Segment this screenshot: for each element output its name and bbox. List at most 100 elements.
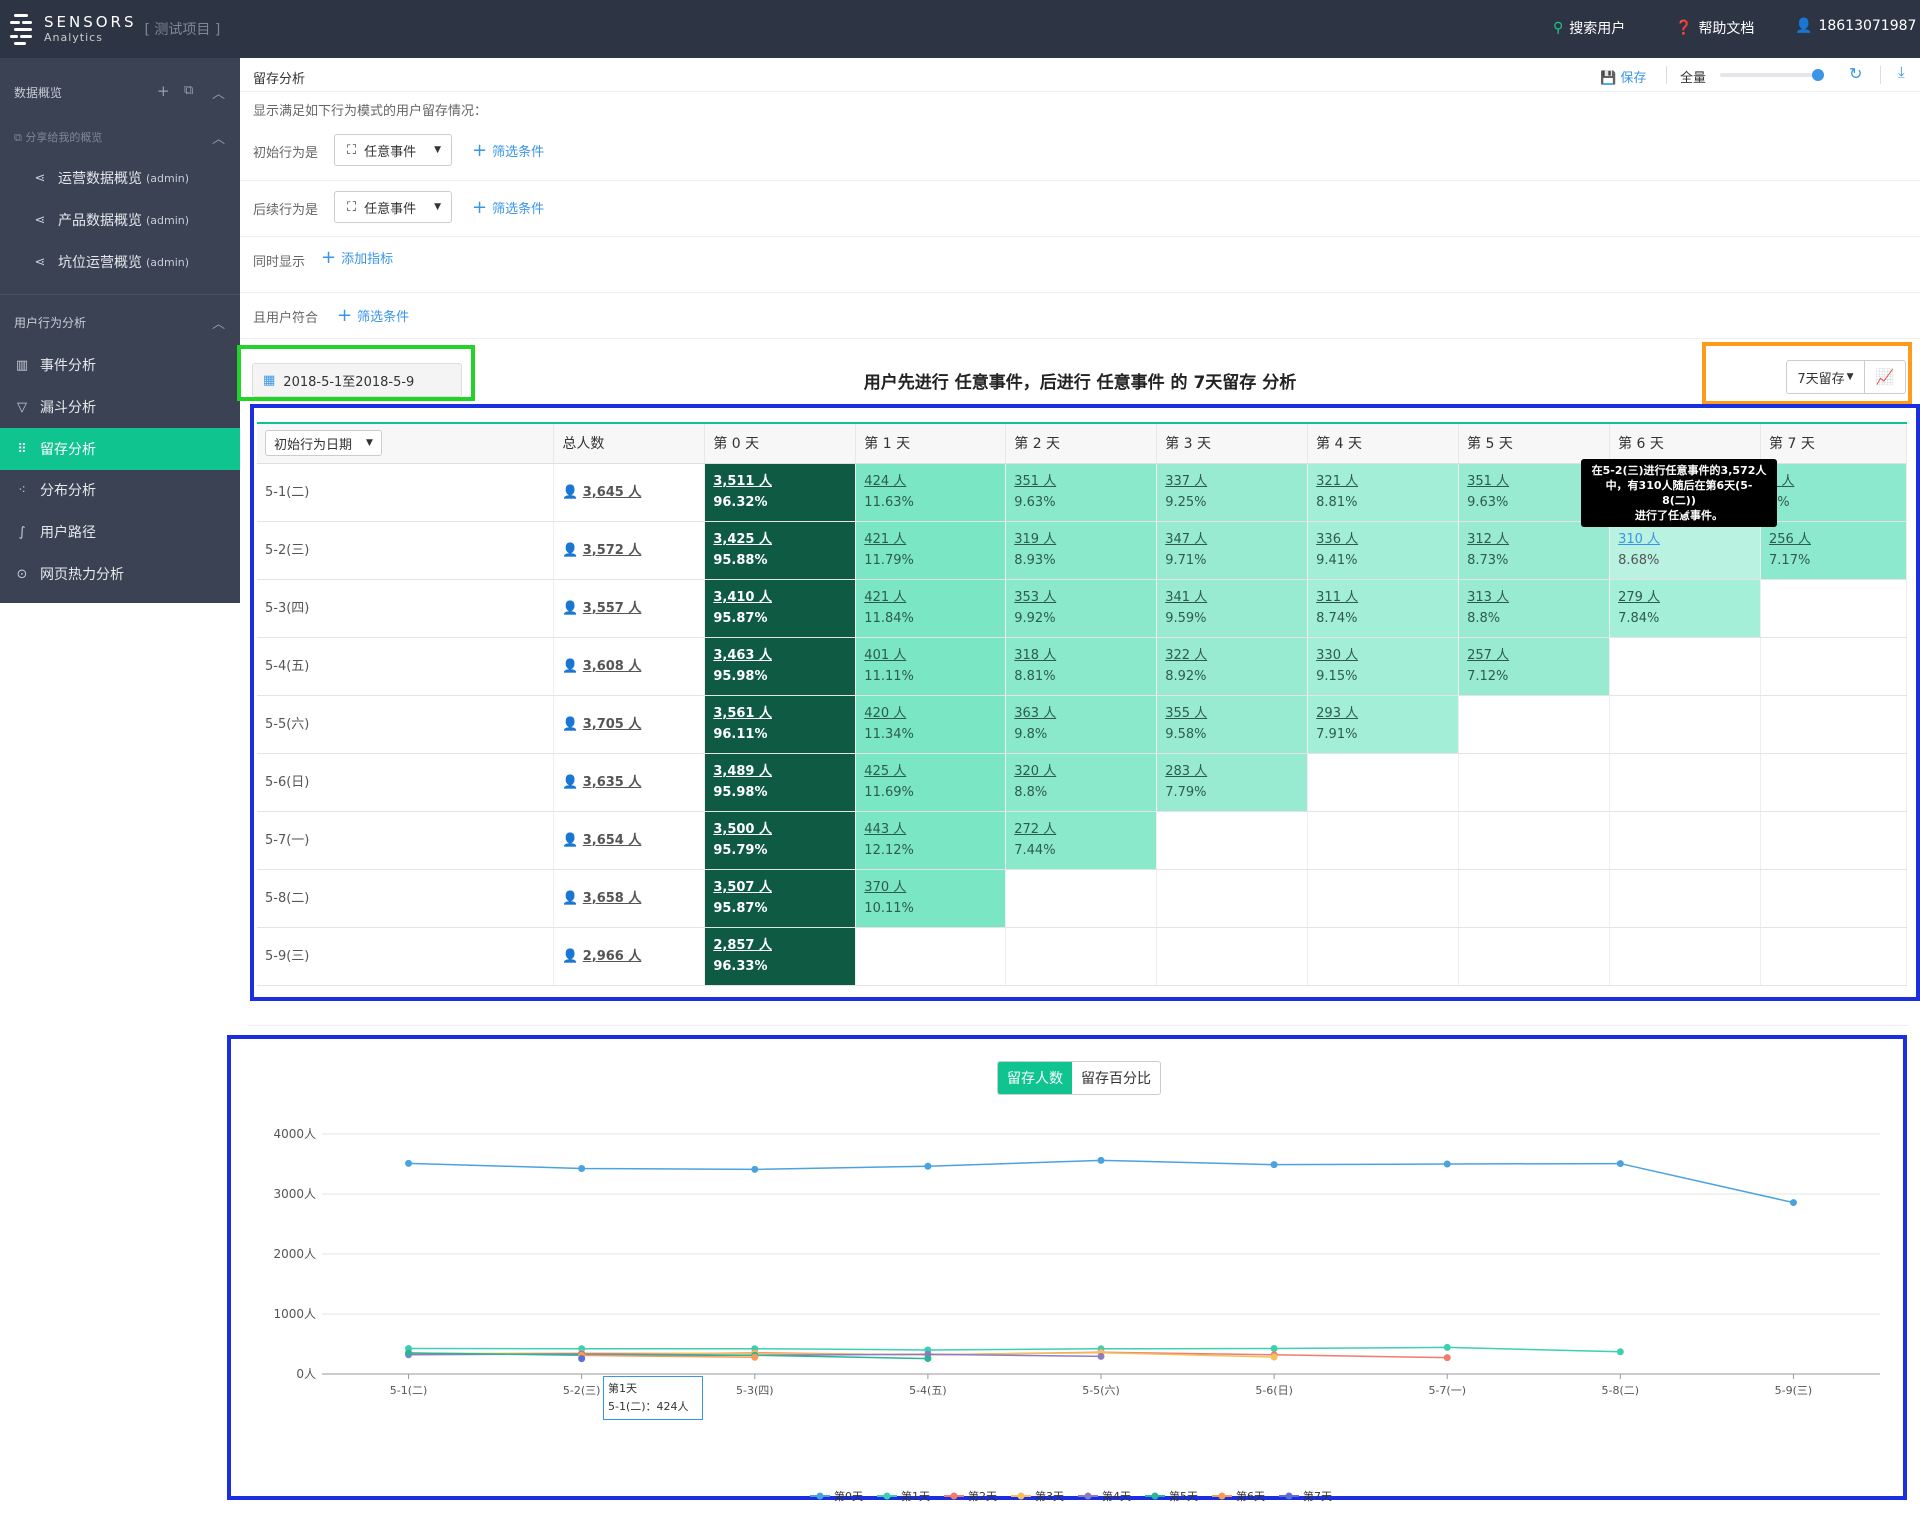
retention-count-link[interactable]: 424 人 xyxy=(864,471,1005,492)
data-point-day-0[interactable] xyxy=(578,1165,586,1172)
add-metric-link[interactable]: + 添加指标 xyxy=(321,248,393,267)
retention-cell-day-0[interactable]: 3,561 人 96.11% xyxy=(704,695,857,754)
retention-count-link[interactable]: 256 人 xyxy=(1769,529,1906,550)
retention-cell-day-0[interactable]: 3,507 人 95.87% xyxy=(704,869,857,928)
retention-cell-day-5[interactable]: 313 人 8.8% xyxy=(1458,579,1611,638)
data-point-day-1[interactable] xyxy=(1616,1348,1624,1356)
slider-knob[interactable] xyxy=(1812,69,1824,81)
total-users-link[interactable]: 3,557 人 xyxy=(583,601,642,616)
data-point-day-0[interactable] xyxy=(924,1162,932,1170)
followup-filter-link[interactable]: + 筛选条件 xyxy=(472,198,544,217)
data-point-day-5[interactable] xyxy=(405,1349,413,1357)
total-users-link[interactable]: 3,572 人 xyxy=(583,543,642,558)
retention-count-link[interactable]: 337 人 xyxy=(1165,471,1307,492)
data-point-day-5[interactable] xyxy=(924,1355,932,1363)
retention-cell-day-4[interactable]: 330 人 9.15% xyxy=(1307,637,1460,696)
retention-cell-day-4[interactable]: 336 人 9.41% xyxy=(1307,521,1460,580)
sidebar-item-slot-overview[interactable]: ⋖ 坑位运营概览 (admin) xyxy=(0,242,240,282)
retention-count-link[interactable]: 425 人 xyxy=(864,761,1005,782)
retention-cell-day-2[interactable]: 351 人 9.63% xyxy=(1005,463,1158,522)
legend-item[interactable]: 第2天 xyxy=(968,1489,997,1503)
retention-count-link[interactable]: 2,857 人 xyxy=(713,935,855,956)
retention-count-link[interactable]: 336 人 xyxy=(1316,529,1458,550)
retention-cell-day-3[interactable]: 347 人 9.71% xyxy=(1156,521,1309,580)
retention-cell-day-1[interactable]: 370 人 10.11% xyxy=(855,869,1007,928)
data-point-day-0[interactable] xyxy=(1097,1156,1105,1164)
sidebar-item-ops-overview[interactable]: ⋖ 运营数据概览 (admin) xyxy=(0,158,240,198)
sidebar-section-overview[interactable]: 数据概览 xyxy=(14,84,62,101)
add-icon[interactable]: + xyxy=(157,82,170,100)
search-user-link[interactable]: ⚲ 搜索用户 xyxy=(1553,18,1625,38)
retention-count-link[interactable]: 310 人 xyxy=(1618,529,1760,550)
retention-count-link[interactable]: 3,410 人 xyxy=(713,587,855,608)
collapse-shared-icon[interactable]: ︿ xyxy=(212,128,225,147)
row-total[interactable]: 👤 2,966 人 xyxy=(553,927,706,986)
data-point-day-4[interactable] xyxy=(1097,1352,1105,1360)
retention-cell-day-4[interactable]: 311 人 8.74% xyxy=(1307,579,1460,638)
refresh-icon[interactable]: ↻ xyxy=(1849,64,1862,83)
retention-cell-day-2[interactable]: 363 人 9.8% xyxy=(1005,695,1158,754)
retention-count-link[interactable]: 330 人 xyxy=(1316,645,1458,666)
retention-count-link[interactable]: 355 人 xyxy=(1165,703,1307,724)
row-total[interactable]: 👤 3,645 人 xyxy=(553,463,706,522)
retention-period-select[interactable]: 7天留存 ▼ xyxy=(1787,361,1865,393)
retention-cell-day-6[interactable]: 310 人 8.68% xyxy=(1609,521,1762,580)
sidebar-item-heatmap[interactable]: ⊙ 网页热力分析 xyxy=(0,554,240,594)
collapse-icon[interactable]: ︿ xyxy=(212,83,225,102)
retention-cell-day-4[interactable]: 321 人 8.81% xyxy=(1307,463,1460,522)
retention-count-link[interactable]: 363 人 xyxy=(1014,703,1156,724)
retention-count-tab[interactable]: 留存人数 xyxy=(998,1062,1072,1094)
retention-count-link[interactable]: 420 人 xyxy=(864,703,1005,724)
followup-event-select[interactable]: ⛶ 任意事件 ▼ xyxy=(334,191,452,223)
date-type-select[interactable]: 初始行为日期 ▼ xyxy=(265,430,382,457)
data-point-day-3[interactable] xyxy=(1270,1353,1278,1361)
retention-cell-day-1[interactable]: 425 人 11.69% xyxy=(855,753,1007,812)
retention-count-link[interactable]: 3,500 人 xyxy=(713,819,855,840)
retention-cell-day-3[interactable]: 283 人 7.79% xyxy=(1156,753,1309,812)
retention-count-link[interactable]: 347 人 xyxy=(1165,529,1307,550)
retention-cell-day-2[interactable]: 319 人 8.93% xyxy=(1005,521,1158,580)
sidebar-item-distribution-analysis[interactable]: ⁖ 分布分析 xyxy=(0,470,240,510)
retention-count-link[interactable]: 370 人 xyxy=(864,877,1005,898)
legend-item[interactable]: 第4天 xyxy=(1102,1489,1131,1503)
retention-count-link[interactable]: 443 人 xyxy=(864,819,1005,840)
retention-cell-day-3[interactable]: 341 人 9.59% xyxy=(1156,579,1309,638)
retention-cell-day-2[interactable]: 272 人 7.44% xyxy=(1005,811,1158,870)
collapse-behavior-icon[interactable]: ︿ xyxy=(212,313,225,332)
retention-count-link[interactable]: 3,489 人 xyxy=(713,761,855,782)
retention-cell-day-1[interactable]: 424 人 11.63% xyxy=(855,463,1007,522)
retention-cell-day-0[interactable]: 3,500 人 95.79% xyxy=(704,811,857,870)
data-point-day-2[interactable] xyxy=(1443,1354,1451,1362)
retention-count-link[interactable]: 421 人 xyxy=(864,529,1005,550)
manage-icon[interactable]: ⧉ xyxy=(184,83,193,98)
retention-count-link[interactable]: 279 人 xyxy=(1618,587,1760,608)
row-total[interactable]: 👤 3,557 人 xyxy=(553,579,706,638)
retention-cell-day-1[interactable]: 401 人 11.11% xyxy=(855,637,1007,696)
legend-item[interactable]: 第3天 xyxy=(1035,1489,1064,1503)
row-total[interactable]: 👤 3,608 人 xyxy=(553,637,706,696)
retention-count-link[interactable]: 311 人 xyxy=(1316,587,1458,608)
row-total[interactable]: 👤 3,635 人 xyxy=(553,753,706,812)
legend-item[interactable]: 第1天 xyxy=(901,1489,930,1503)
user-menu[interactable]: 👤 18613071987 xyxy=(1795,18,1916,34)
retention-count-link[interactable]: 318 人 xyxy=(1014,645,1156,666)
data-point-day-0[interactable] xyxy=(1616,1160,1624,1168)
data-point-day-0[interactable] xyxy=(405,1159,413,1167)
total-users-link[interactable]: 3,705 人 xyxy=(583,717,642,732)
sidebar-item-funnel-analysis[interactable]: ▽ 漏斗分析 xyxy=(0,387,240,427)
retention-cell-day-1[interactable]: 420 人 11.34% xyxy=(855,695,1007,754)
save-button[interactable]: 💾 保存 xyxy=(1600,67,1646,86)
retention-count-link[interactable]: 3,507 人 xyxy=(713,877,855,898)
data-point-day-0[interactable] xyxy=(751,1165,759,1173)
retention-cell-day-7[interactable]: 6 人 7% xyxy=(1760,463,1907,522)
retention-count-link[interactable]: 293 人 xyxy=(1316,703,1458,724)
total-users-link[interactable]: 2,966 人 xyxy=(583,949,642,964)
retention-percent-tab[interactable]: 留存百分比 xyxy=(1072,1062,1160,1094)
retention-count-link[interactable]: 313 人 xyxy=(1467,587,1609,608)
retention-cell-day-0[interactable]: 3,511 人 96.32% xyxy=(704,463,857,522)
retention-cell-day-2[interactable]: 318 人 8.81% xyxy=(1005,637,1158,696)
sidebar-item-retention-analysis[interactable]: ⠿ 留存分析 xyxy=(0,428,240,470)
sensors-logo[interactable]: SENSORS Analytics [ 测试项目 ] xyxy=(10,12,220,46)
total-users-link[interactable]: 3,608 人 xyxy=(583,659,642,674)
retention-cell-day-2[interactable]: 353 人 9.92% xyxy=(1005,579,1158,638)
